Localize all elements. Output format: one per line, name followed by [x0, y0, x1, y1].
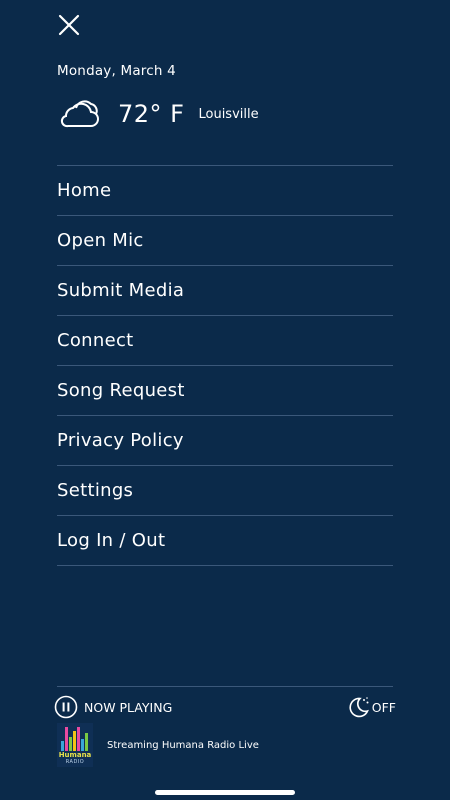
menu-item-label: Log In / Out: [57, 530, 166, 551]
navigation-menu: Home Open Mic Submit Media Connect Song …: [57, 165, 393, 566]
temperature: 72° F: [118, 100, 185, 128]
menu-item-label: Home: [57, 180, 112, 201]
play-pause-button[interactable]: NOW PLAYING: [54, 695, 172, 719]
menu-item-song-request[interactable]: Song Request: [57, 366, 393, 416]
menu-item-log-in-out[interactable]: Log In / Out: [57, 516, 393, 566]
mini-player: NOW PLAYING OFF Humana RADIO Streaming H…: [54, 686, 396, 767]
now-playing-label: NOW PLAYING: [84, 699, 173, 715]
station-info[interactable]: Humana RADIO Streaming Humana Radio Live: [57, 723, 259, 767]
menu-item-open-mic[interactable]: Open Mic: [57, 216, 393, 266]
menu-item-home[interactable]: Home: [57, 166, 393, 216]
moon-icon: [349, 697, 369, 718]
menu-item-label: Settings: [57, 480, 134, 501]
station-title: Streaming Humana Radio Live: [107, 739, 259, 751]
current-date: Monday, March 4: [57, 63, 176, 79]
menu-item-label: Song Request: [57, 380, 185, 401]
menu-item-settings[interactable]: Settings: [57, 466, 393, 516]
menu-item-label: Open Mic: [57, 230, 144, 251]
close-icon: [58, 14, 80, 36]
menu-item-privacy-policy[interactable]: Privacy Policy: [57, 416, 393, 466]
logo-text: Humana: [58, 751, 92, 759]
weather-widget: 72° F Louisville: [56, 96, 259, 132]
menu-item-label: Submit Media: [57, 280, 185, 301]
sleep-timer-button[interactable]: OFF: [347, 695, 396, 719]
cloudy-icon: [60, 100, 99, 128]
close-button[interactable]: [56, 12, 82, 38]
menu-item-label: Connect: [57, 330, 134, 351]
home-indicator[interactable]: [155, 790, 295, 795]
sleep-timer-label: OFF: [371, 699, 396, 715]
weather-city: Louisville: [198, 106, 259, 122]
station-logo: Humana RADIO: [57, 723, 93, 767]
menu-item-submit-media[interactable]: Submit Media: [57, 266, 393, 316]
menu-item-label: Privacy Policy: [57, 430, 184, 451]
menu-item-connect[interactable]: Connect: [57, 316, 393, 366]
pause-icon: [54, 695, 78, 719]
logo-subtext: RADIO: [65, 759, 85, 765]
